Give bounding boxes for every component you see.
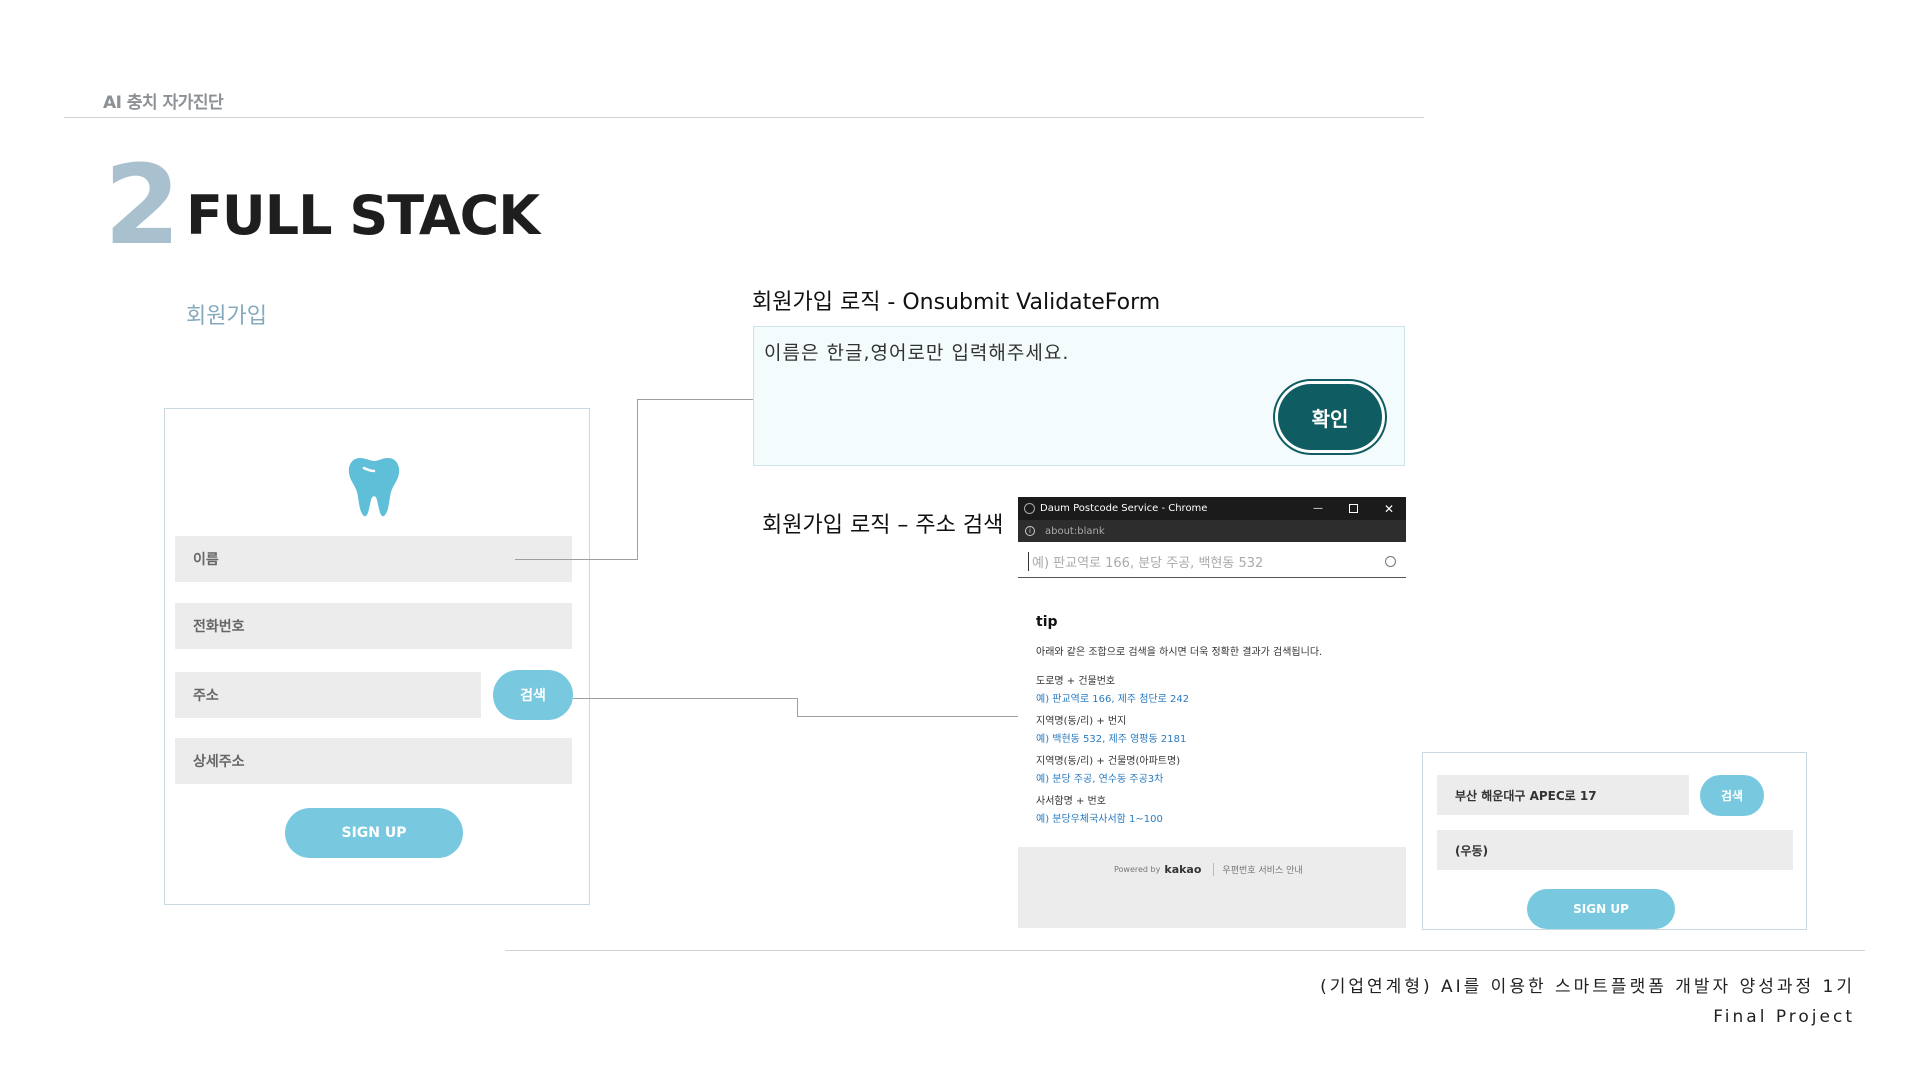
connector-line bbox=[797, 698, 798, 716]
tip-title: tip bbox=[1036, 614, 1058, 630]
service-info-link[interactable]: 우편번호 서비스 안내 bbox=[1213, 863, 1303, 876]
tooth-icon bbox=[348, 458, 400, 517]
url-text: about:blank bbox=[1045, 525, 1105, 537]
tip-rule: 사서함명 + 번호 bbox=[1036, 796, 1106, 807]
postcode-label: 회원가입 로직 – 주소 검색 bbox=[762, 513, 1004, 538]
section-subtitle: 회원가입 bbox=[186, 304, 267, 329]
powered-by-text: Powered by bbox=[1114, 865, 1161, 874]
tip-rule: 지역명(동/리) + 번지 bbox=[1036, 716, 1127, 727]
address-search-button[interactable]: 검색 bbox=[493, 670, 573, 720]
section-title: FULL STACK bbox=[186, 184, 540, 247]
name-input[interactable]: 이름 bbox=[175, 536, 572, 582]
header-label: AI 충치 자가진단 bbox=[103, 93, 224, 113]
postcode-search-input[interactable]: 예) 판교역로 166, 분당 주공, 백현동 532 bbox=[1018, 546, 1406, 578]
url-bar[interactable]: i about:blank bbox=[1018, 520, 1406, 542]
signup-button[interactable]: SIGN UP bbox=[285, 808, 463, 858]
search-icon[interactable] bbox=[1385, 556, 1396, 567]
address-input[interactable]: 주소 bbox=[175, 672, 481, 718]
top-divider bbox=[64, 117, 1424, 118]
search-placeholder: 예) 판교역로 166, 분당 주공, 백현동 532 bbox=[1028, 552, 1263, 571]
tip-example[interactable]: 예) 판교역로 166, 제주 첨단로 242 bbox=[1036, 690, 1189, 705]
confirm-button[interactable]: 확인 bbox=[1278, 384, 1382, 450]
detail-address-input[interactable]: 상세주소 bbox=[175, 738, 572, 784]
alert-message: 이름은 한글,영어로만 입력해주세요. bbox=[764, 342, 1070, 364]
course-title: (기업연계형) AI를 이용한 스마트플랫폼 개발자 양성과정 1기 bbox=[1320, 977, 1855, 997]
signup-button[interactable]: SIGN UP bbox=[1527, 889, 1675, 929]
phone-input[interactable]: 전화번호 bbox=[175, 603, 572, 649]
kakao-logo: kakao bbox=[1164, 863, 1202, 876]
address-input[interactable]: 부산 해운대구 APEC로 17 bbox=[1437, 775, 1689, 815]
tip-example[interactable]: 예) 분당 주공, 연수동 주공3차 bbox=[1036, 770, 1163, 785]
info-icon: i bbox=[1025, 526, 1035, 536]
tip-description: 아래와 같은 조합으로 검색을 하시면 더욱 정확한 결과가 검색됩니다. bbox=[1036, 647, 1323, 658]
project-title: Final Project bbox=[1713, 1007, 1855, 1027]
connector-line bbox=[637, 399, 753, 400]
maximize-icon[interactable] bbox=[1348, 504, 1358, 513]
close-icon[interactable]: ✕ bbox=[1384, 502, 1394, 516]
window-title: Daum Postcode Service - Chrome bbox=[1040, 503, 1208, 514]
section-number: 2 bbox=[104, 141, 181, 269]
tip-rule: 도로명 + 건물번호 bbox=[1036, 676, 1116, 687]
connector-line bbox=[515, 559, 638, 560]
address-search-button[interactable]: 검색 bbox=[1700, 775, 1764, 816]
tip-example[interactable]: 예) 분당우체국사서함 1~100 bbox=[1036, 810, 1163, 825]
bottom-divider bbox=[505, 950, 1865, 951]
app-icon bbox=[1024, 503, 1035, 514]
validation-label: 회원가입 로직 - Onsubmit ValidateForm bbox=[752, 290, 1161, 315]
detail-address-input[interactable]: (우동) bbox=[1437, 830, 1793, 870]
connector-line bbox=[797, 716, 1018, 717]
connector-line bbox=[573, 698, 798, 699]
connector-line bbox=[637, 399, 638, 560]
postcode-footer: Powered by kakao 우편번호 서비스 안내 bbox=[1018, 847, 1406, 928]
minimize-icon[interactable]: — bbox=[1313, 503, 1323, 514]
tip-rule: 지역명(동/리) + 건물명(아파트명) bbox=[1036, 756, 1181, 767]
postcode-titlebar: Daum Postcode Service - Chrome — ✕ bbox=[1018, 497, 1406, 520]
tip-example[interactable]: 예) 백현동 532, 제주 영평동 2181 bbox=[1036, 730, 1186, 745]
